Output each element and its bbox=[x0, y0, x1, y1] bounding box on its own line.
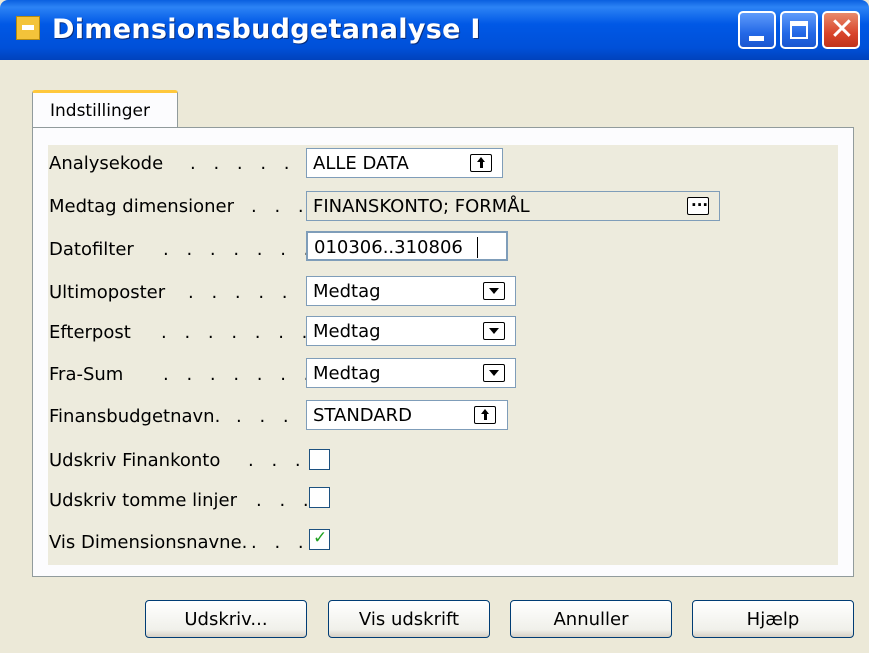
print-button[interactable]: Udskriv... bbox=[145, 600, 307, 638]
efterpost-select[interactable]: Medtag bbox=[306, 316, 516, 346]
label-udskriv-tomme-linjer: Udskriv tomme linjer bbox=[49, 490, 237, 511]
dropdown-arrow-icon[interactable] bbox=[483, 282, 505, 300]
label-vis-dimensionsnavne: Vis Dimensionsnavne. bbox=[49, 532, 248, 553]
lookup-arrow-icon[interactable] bbox=[474, 406, 496, 424]
maximize-icon bbox=[790, 21, 808, 39]
cancel-button-label: Annuller bbox=[553, 609, 629, 630]
label-udskriv-finankonto: Udskriv Finankonto bbox=[49, 450, 221, 471]
vis-dimensionsnavne-checkbox[interactable]: ✓ bbox=[309, 528, 330, 550]
window-title: Dimensionsbudgetanalyse I bbox=[52, 14, 481, 45]
efterpost-value: Medtag bbox=[313, 321, 381, 342]
minimize-icon bbox=[749, 36, 764, 41]
cancel-button[interactable]: Annuller bbox=[510, 600, 672, 638]
help-button[interactable]: Hjælp bbox=[692, 600, 854, 638]
close-button[interactable]: ✕ bbox=[822, 11, 860, 49]
medtag-dimensioner-field[interactable]: FINANSKONTO; FORMÅL bbox=[306, 191, 720, 221]
leader-dots: . . . bbox=[251, 532, 310, 553]
tab-indstillinger[interactable]: Indstillinger bbox=[32, 90, 178, 128]
preview-button-label: Vis udskrift bbox=[358, 609, 460, 630]
leader-dots: . . . bbox=[251, 196, 310, 217]
ultimoposter-value: Medtag bbox=[313, 281, 381, 302]
title-bar[interactable]: Dimensionsbudgetanalyse I ✕ bbox=[0, 0, 869, 60]
datofilter-value: 010306..310806 bbox=[314, 237, 463, 258]
udskriv-tomme-linjer-checkbox[interactable] bbox=[309, 487, 330, 508]
medtag-dimensioner-value: FINANSKONTO; FORMÅL bbox=[313, 196, 530, 217]
close-icon: ✕ bbox=[829, 12, 855, 47]
leader-dots: . . . bbox=[236, 406, 295, 427]
help-button-label: Hjælp bbox=[746, 609, 800, 630]
lookup-arrow-icon[interactable] bbox=[470, 154, 492, 172]
leader-dots: . . . . . . bbox=[188, 282, 317, 303]
ellipsis-icon[interactable] bbox=[687, 192, 709, 215]
print-button-label: Udskriv... bbox=[184, 609, 268, 630]
analysekode-field[interactable]: ALLE DATA bbox=[306, 148, 503, 178]
leader-dots: . . . bbox=[256, 490, 315, 511]
udskriv-finankonto-checkbox[interactable] bbox=[309, 449, 330, 470]
ultimoposter-select[interactable]: Medtag bbox=[306, 276, 516, 306]
label-datofilter: Datofilter bbox=[49, 239, 134, 260]
label-finansbudgetnavn: Finansbudgetnavn. bbox=[49, 406, 221, 427]
tab-label: Indstillinger bbox=[50, 101, 151, 121]
label-efterpost: Efterpost bbox=[49, 322, 131, 343]
label-medtag-dimensioner: Medtag dimensioner bbox=[49, 196, 234, 217]
datofilter-field[interactable]: 010306..310806 bbox=[306, 231, 508, 261]
label-analysekode: Analysekode bbox=[49, 153, 164, 174]
dropdown-arrow-icon[interactable] bbox=[483, 364, 505, 382]
fra-sum-value: Medtag bbox=[313, 363, 381, 384]
preview-button[interactable]: Vis udskrift bbox=[328, 600, 490, 638]
analysekode-value: ALLE DATA bbox=[313, 153, 409, 174]
form-icon bbox=[16, 16, 40, 40]
label-ultimoposter: Ultimoposter bbox=[49, 282, 166, 303]
leader-dots: . . . . . . . bbox=[161, 322, 314, 343]
finansbudgetnavn-field[interactable]: STANDARD bbox=[306, 400, 508, 430]
checkmark-icon: ✓ bbox=[313, 528, 328, 548]
finansbudgetnavn-value: STANDARD bbox=[313, 405, 413, 426]
minimize-button[interactable] bbox=[738, 11, 776, 49]
dropdown-arrow-icon[interactable] bbox=[483, 322, 505, 340]
label-fra-sum: Fra-Sum bbox=[49, 364, 124, 385]
fra-sum-select[interactable]: Medtag bbox=[306, 358, 516, 388]
dialog-window: Dimensionsbudgetanalyse I ✕ Indstillinge… bbox=[0, 0, 869, 653]
leader-dots: . . . bbox=[248, 450, 307, 471]
text-caret bbox=[477, 237, 478, 258]
maximize-button[interactable] bbox=[780, 11, 818, 49]
